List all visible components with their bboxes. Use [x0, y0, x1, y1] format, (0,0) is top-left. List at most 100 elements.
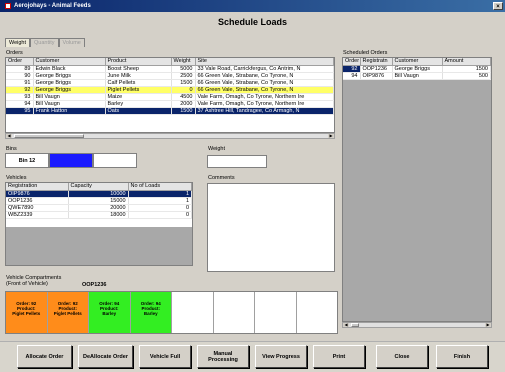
allocate-order-button[interactable]: Allocate Order: [17, 345, 72, 368]
scroll-right-arrow-icon[interactable]: ▶: [328, 134, 334, 138]
order-row-highlighted[interactable]: 92 George Briggs Piglet Pellets 0 66 Gre…: [6, 86, 334, 94]
vehicles-label: Vehicles: [6, 175, 27, 181]
order-product: June Milk: [105, 72, 172, 80]
order-weight: 1500: [171, 79, 196, 87]
compartment-cell[interactable]: Order: 92 Product: Piglet Pellets: [47, 292, 89, 333]
column-header[interactable]: Customer: [392, 58, 443, 66]
compartments-label-line2: (Front of Vehicle): [6, 281, 48, 287]
compartments-label: Vehicle Compartments (Front of Vehicle): [6, 275, 61, 287]
tab-strip: Weight Quantity Volume: [5, 38, 85, 47]
compartment-cell[interactable]: Order: 92 Product: Piglet Pellets: [6, 292, 48, 333]
page-title: Schedule Loads: [217, 17, 288, 27]
scheduled-orders-grid[interactable]: Order Registratn Customer Amount 92 OOP1…: [342, 57, 492, 322]
vehicle-registration: QWE7890: [6, 204, 69, 212]
compartment-cell-empty[interactable]: [214, 292, 255, 333]
column-header[interactable]: Capacity: [68, 183, 129, 191]
column-header[interactable]: Amount: [442, 58, 491, 66]
print-button[interactable]: Print: [313, 345, 365, 368]
comments-field[interactable]: [207, 183, 335, 272]
vehicle-row[interactable]: OOP1236 15000 1: [6, 197, 192, 205]
order-customer: Edwin Black: [33, 65, 106, 73]
orders-header-row: Order Customer Product Weight Site: [6, 58, 334, 66]
compartment-cell-empty[interactable]: [255, 292, 297, 333]
scheduled-order: 94: [343, 72, 361, 80]
column-header[interactable]: Product: [105, 58, 172, 66]
order-number: 91: [6, 79, 34, 87]
bin-cell[interactable]: [93, 153, 137, 168]
column-header[interactable]: Order: [343, 58, 361, 66]
vehicle-full-button[interactable]: Vehicle Full: [139, 345, 191, 368]
order-product: Barley: [105, 100, 172, 108]
vehicle-row[interactable]: QWE7890 20000 0: [6, 204, 192, 212]
scheduled-customer: Bill Vaugn: [392, 72, 443, 80]
scheduled-registration: OIP9876: [360, 72, 393, 80]
view-progress-button[interactable]: View Progress: [255, 345, 307, 368]
column-header[interactable]: Order: [6, 58, 34, 66]
scheduled-row[interactable]: 94 OIP9876 Bill Vaugn 500: [343, 72, 491, 80]
vehicle-loads: 0: [128, 211, 192, 219]
vehicle-registration: OIP9876: [6, 190, 69, 198]
compartment-product-name: Piglet Pellets: [53, 311, 82, 316]
column-header[interactable]: Customer: [33, 58, 106, 66]
orders-label: Orders: [6, 50, 23, 56]
column-header[interactable]: No of Loads: [128, 183, 192, 191]
order-site: Vale Farm, Omagh, Co Tyrone, Northern Ir…: [195, 100, 334, 108]
compartment-cell-empty[interactable]: [297, 292, 338, 333]
order-weight: 0: [171, 86, 196, 94]
orders-grid[interactable]: Order Customer Product Weight Site 89 Ed…: [5, 57, 335, 133]
compartment-cell[interactable]: Order: 94 Product: Barley: [89, 292, 131, 333]
vehicle-row-selected[interactable]: OIP9876 10000 1: [6, 190, 192, 198]
vehicle-capacity: 15000: [68, 197, 129, 205]
column-header[interactable]: Weight: [171, 58, 196, 66]
vehicles-grid[interactable]: Registration Capacity No of Loads OIP987…: [5, 182, 193, 266]
vehicle-registration: WBZ2339: [6, 211, 69, 219]
scroll-right-arrow-icon[interactable]: ▶: [485, 323, 491, 327]
order-row-selected[interactable]: 95 Frank Hatton Oats 1500 37 Ashtree Hil…: [6, 107, 334, 115]
compartment-cell-empty[interactable]: [172, 292, 214, 333]
scheduled-horizontal-scrollbar[interactable]: ◀ ▶: [342, 322, 492, 328]
order-row[interactable]: 94 Bill Vaugn Barley 2000 Vale Farm, Oma…: [6, 100, 334, 108]
deallocate-order-button[interactable]: DeAllocate Order: [78, 345, 133, 368]
order-customer: Bill Vaugn: [33, 93, 106, 101]
column-header[interactable]: Registratn: [360, 58, 393, 66]
order-row[interactable]: 93 Bill Vaugn Maize 4500 Vale Farm, Omag…: [6, 93, 334, 101]
scheduled-orders-label: Scheduled Orders: [343, 50, 388, 56]
column-header[interactable]: Site: [195, 58, 334, 66]
order-row[interactable]: 89 Edwin Black Boost Sheep 5000 33 Vale …: [6, 65, 334, 73]
compartments-vehicle-registration: OOP1236: [82, 282, 107, 288]
column-header[interactable]: Registration: [6, 183, 69, 191]
order-row[interactable]: 90 George Briggs June Milk 2500 66 Green…: [6, 72, 334, 80]
vehicle-capacity: 10000: [68, 190, 129, 198]
weight-label: Weight: [208, 146, 226, 152]
weight-field[interactable]: [207, 155, 267, 168]
tab-quantity[interactable]: Quantity: [30, 38, 59, 47]
order-row[interactable]: 91 George Briggs Calf Pellets 1500 66 Gr…: [6, 79, 334, 87]
scroll-left-arrow-icon[interactable]: ◀: [343, 323, 349, 327]
order-number: 90: [6, 72, 34, 80]
scrollbar-thumb[interactable]: [351, 323, 359, 327]
compartment-product-name: Barley: [102, 311, 117, 316]
order-number: 92: [6, 86, 34, 94]
orders-horizontal-scrollbar[interactable]: ◀ ▶: [5, 133, 335, 139]
order-site: 66 Green Vale, Strabane, Co Tyrone, N: [195, 79, 334, 87]
close-button[interactable]: Close: [376, 345, 428, 368]
vehicle-row[interactable]: WBZ2339 18000 0: [6, 211, 192, 219]
bin-cell[interactable]: Bin 12: [5, 153, 49, 168]
title-bar: Aerojohays - Animal Feeds ×: [0, 0, 505, 12]
scheduled-row-selected[interactable]: 92 OOP1236 George Briggs 1500: [343, 65, 491, 73]
comments-label: Comments: [208, 175, 235, 181]
manual-processing-button[interactable]: Manual Processing: [197, 345, 249, 368]
scheduled-order: 92: [343, 65, 361, 73]
order-product: Calf Pellets: [105, 79, 172, 87]
scroll-left-arrow-icon[interactable]: ◀: [6, 134, 12, 138]
compartment-cell[interactable]: Order: 94 Product: Barley: [130, 292, 172, 333]
tab-weight[interactable]: Weight: [5, 38, 31, 47]
close-window-button[interactable]: ×: [493, 2, 503, 10]
bin-cell-selected[interactable]: [49, 153, 93, 168]
button-bar: Allocate Order DeAllocate Order Vehicle …: [0, 341, 505, 372]
vehicle-compartments: Order: 92 Product: Piglet Pellets Order:…: [5, 291, 338, 334]
scrollbar-thumb[interactable]: [14, 134, 84, 138]
vehicles-header-row: Registration Capacity No of Loads: [6, 183, 192, 191]
finish-button[interactable]: Finish: [436, 345, 488, 368]
tab-volume[interactable]: Volume: [58, 38, 85, 47]
